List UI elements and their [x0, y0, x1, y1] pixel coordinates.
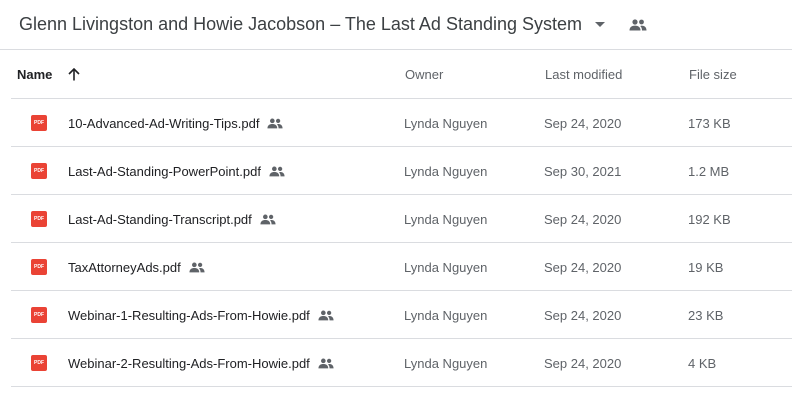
- pdf-file-icon: PDF: [31, 259, 47, 275]
- chevron-down-icon[interactable]: [590, 15, 610, 35]
- file-modified-date: Sep 30, 2021: [544, 163, 622, 179]
- file-name-label: Last-Ad-Standing-Transcript.pdf: [68, 211, 252, 227]
- file-row[interactable]: PDF TaxAttorneyAds.pdf Lynda Nguyen Sep …: [11, 243, 792, 291]
- pdf-file-icon: PDF: [31, 307, 47, 323]
- file-name-label: Last-Ad-Standing-PowerPoint.pdf: [68, 163, 261, 179]
- file-owner: Lynda Nguyen: [404, 259, 488, 275]
- people-icon: [318, 308, 336, 322]
- file-owner: Lynda Nguyen: [404, 115, 488, 131]
- file-modified-date: Sep 24, 2020: [544, 259, 622, 275]
- file-name-label: Webinar-2-Resulting-Ads-From-Howie.pdf: [68, 355, 310, 371]
- column-last-modified[interactable]: Last modified: [545, 50, 622, 98]
- file-name-label: 10-Advanced-Ad-Writing-Tips.pdf: [68, 115, 260, 131]
- file-modified-date: Sep 24, 2020: [544, 115, 622, 131]
- people-icon: [318, 356, 336, 370]
- file-modified-date: Sep 24, 2020: [544, 355, 622, 371]
- pdf-file-icon: PDF: [31, 355, 47, 371]
- column-name[interactable]: Name: [17, 50, 82, 98]
- column-file-size[interactable]: File size: [689, 50, 737, 98]
- people-icon: [267, 116, 285, 130]
- file-name: TaxAttorneyAds.pdf: [68, 243, 207, 291]
- file-name-label: Webinar-1-Resulting-Ads-From-Howie.pdf: [68, 307, 310, 323]
- file-size: 4 KB: [688, 355, 717, 371]
- file-owner: Lynda Nguyen: [404, 307, 488, 323]
- pdf-file-icon: PDF: [31, 163, 47, 179]
- file-modified-date: Sep 24, 2020: [544, 307, 622, 323]
- file-list: PDF 10-Advanced-Ad-Writing-Tips.pdf Lynd…: [11, 99, 792, 387]
- column-owner[interactable]: Owner: [405, 50, 443, 98]
- folder-title[interactable]: Glenn Livingston and Howie Jacobson – Th…: [19, 14, 582, 35]
- pdf-file-icon: PDF: [31, 211, 47, 227]
- column-name-label: Name: [17, 66, 53, 82]
- file-name: 10-Advanced-Ad-Writing-Tips.pdf: [68, 99, 285, 147]
- file-size: 19 KB: [688, 259, 724, 275]
- file-modified-date: Sep 24, 2020: [544, 211, 622, 227]
- file-name: Last-Ad-Standing-Transcript.pdf: [68, 195, 278, 243]
- file-name: Webinar-1-Resulting-Ads-From-Howie.pdf: [68, 291, 336, 339]
- file-row[interactable]: PDF Last-Ad-Standing-Transcript.pdf Lynd…: [11, 195, 792, 243]
- file-size: 192 KB: [688, 211, 731, 227]
- folder-header: Glenn Livingston and Howie Jacobson – Th…: [0, 0, 792, 50]
- file-row[interactable]: PDF Webinar-1-Resulting-Ads-From-Howie.p…: [11, 291, 792, 339]
- file-owner: Lynda Nguyen: [404, 163, 488, 179]
- people-icon: [269, 164, 287, 178]
- file-row[interactable]: PDF Webinar-2-Resulting-Ads-From-Howie.p…: [11, 339, 792, 387]
- column-header-row: Name Owner Last modified File size: [11, 50, 792, 99]
- people-icon[interactable]: [628, 15, 648, 35]
- file-owner: Lynda Nguyen: [404, 211, 488, 227]
- arrow-up-icon[interactable]: [66, 66, 82, 82]
- file-row[interactable]: PDF Last-Ad-Standing-PowerPoint.pdf Lynd…: [11, 147, 792, 195]
- pdf-file-icon: PDF: [31, 115, 47, 131]
- file-name-label: TaxAttorneyAds.pdf: [68, 259, 181, 275]
- file-size: 173 KB: [688, 115, 731, 131]
- file-name: Last-Ad-Standing-PowerPoint.pdf: [68, 147, 287, 195]
- file-size: 1.2 MB: [688, 163, 730, 179]
- people-icon: [260, 212, 278, 226]
- people-icon: [189, 260, 207, 274]
- file-owner: Lynda Nguyen: [404, 355, 488, 371]
- file-name: Webinar-2-Resulting-Ads-From-Howie.pdf: [68, 339, 336, 387]
- file-size: 23 KB: [688, 307, 724, 323]
- file-row[interactable]: PDF 10-Advanced-Ad-Writing-Tips.pdf Lynd…: [11, 99, 792, 147]
